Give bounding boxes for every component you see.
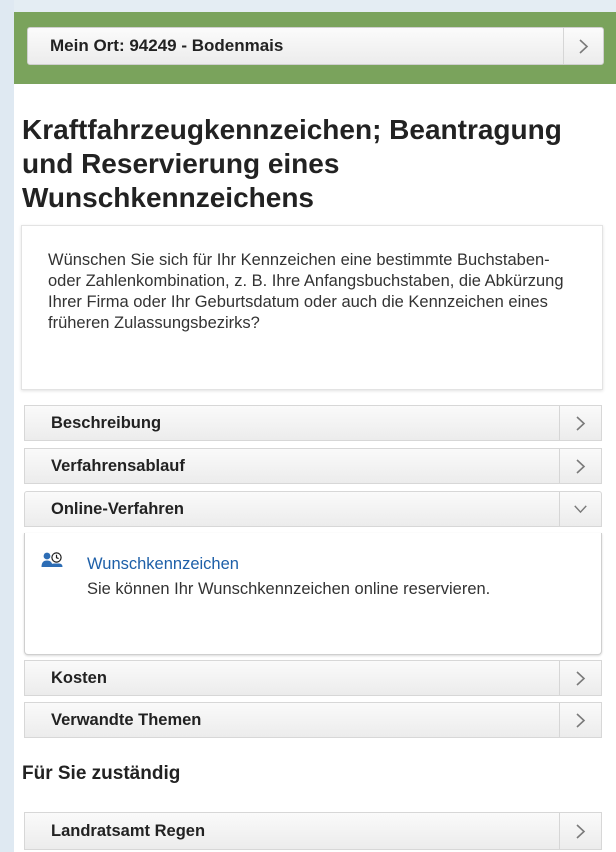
accordion-label: Verfahrensablauf <box>51 456 185 475</box>
wunschkennzeichen-link[interactable]: Wunschkennzeichen <box>87 555 239 574</box>
online-service-icon <box>41 551 63 571</box>
accordion-label: Beschreibung <box>51 413 162 432</box>
location-selector[interactable]: Mein Ort: 94249 - Bodenmais <box>27 27 604 65</box>
header-band-top <box>14 0 616 12</box>
chevron-right-icon <box>559 661 601 695</box>
accordion-label: Online-Verfahren <box>51 499 184 518</box>
accordion-item-verfahrensablauf[interactable]: Verfahrensablauf <box>24 448 602 484</box>
accordion-item-verwandte-themen[interactable]: Verwandte Themen <box>24 702 602 738</box>
online-service-description: Sie können Ihr Wunschkennzeichen online … <box>87 580 491 598</box>
accordion-label: Verwandte Themen <box>51 710 202 729</box>
page-title: Kraftfahrzeugkennzeichen; Beantragung un… <box>22 114 562 213</box>
chevron-right-icon <box>559 703 601 737</box>
authority-label: Landratsamt Regen <box>51 821 206 840</box>
authority-item-landratsamt-regen[interactable]: Landratsamt Regen <box>24 812 602 850</box>
intro-text: Wünschen Sie sich für Ihr Kennzeichen ei… <box>48 251 564 332</box>
location-label: Mein Ort: 94249 - Bodenmais <box>50 36 284 55</box>
online-verfahren-panel: Wunschkennzeichen Sie können Ihr Wunschk… <box>24 533 602 655</box>
accordion-item-beschreibung[interactable]: Beschreibung <box>24 405 602 441</box>
page-left-margin <box>0 0 14 852</box>
chevron-right-icon <box>559 406 601 440</box>
accordion-label: Kosten <box>51 668 107 687</box>
chevron-down-icon <box>559 492 601 526</box>
chevron-right-icon <box>563 28 603 64</box>
intro-box: Wünschen Sie sich für Ihr Kennzeichen ei… <box>21 225 603 390</box>
chevron-right-icon <box>559 813 601 849</box>
accordion-item-kosten[interactable]: Kosten <box>24 660 602 696</box>
responsible-heading: Für Sie zuständig <box>22 763 181 784</box>
accordion-item-online-verfahren[interactable]: Online-Verfahren <box>24 491 602 527</box>
chevron-right-icon <box>559 449 601 483</box>
